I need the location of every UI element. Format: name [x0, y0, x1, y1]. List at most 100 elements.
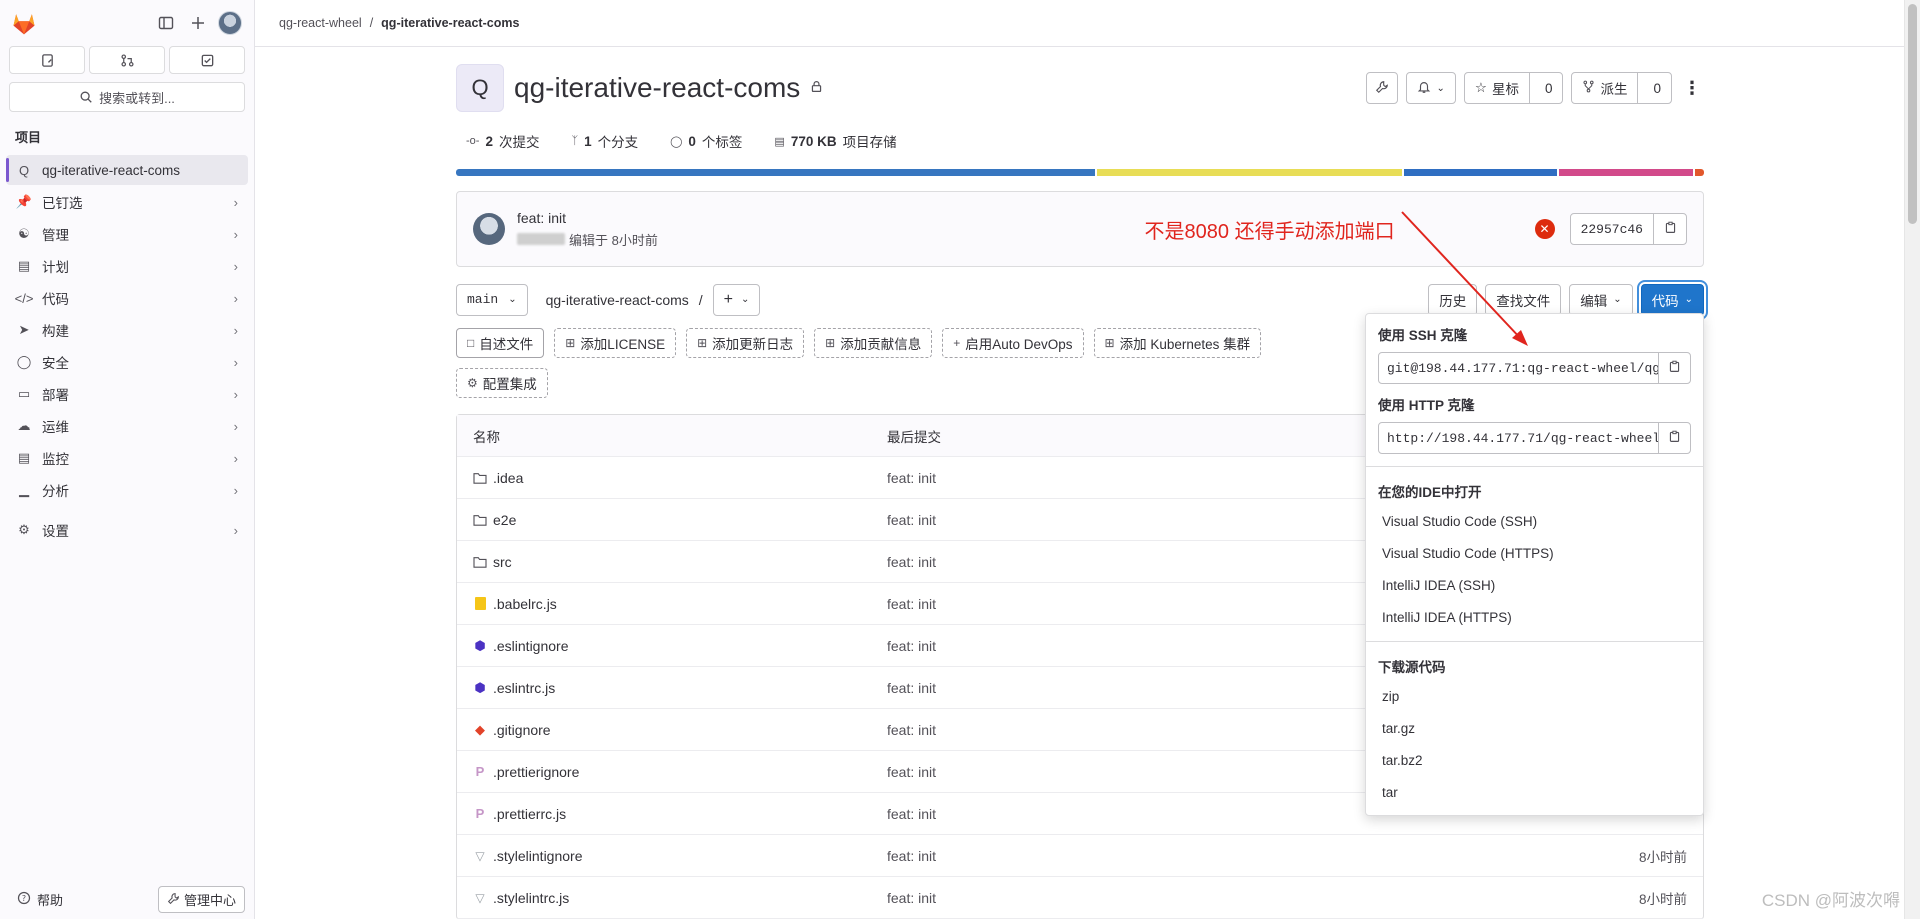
shortcut-button[interactable]: □ 自述文件	[456, 328, 545, 358]
rocket-icon: ➤	[18, 322, 30, 337]
chevron-down-icon: ⌄	[741, 294, 750, 305]
copy-ssh-url-button[interactable]	[1658, 353, 1690, 383]
file-name[interactable]: e2e	[493, 512, 516, 528]
http-clone-url[interactable]: http://198.44.177.71/qg-react-wheel/qg-i…	[1379, 423, 1658, 453]
stat-3[interactable]: ▤ 770 KB 项目存储	[774, 131, 896, 151]
create-new-icon[interactable]	[184, 9, 212, 37]
page-scrollbar[interactable]	[1904, 0, 1920, 919]
pipeline-failed-icon[interactable]: ✕	[1534, 219, 1555, 239]
download-menu-item[interactable]: tar	[1366, 776, 1703, 808]
shortcut-button[interactable]: ⊞ 添加贡献信息	[814, 328, 933, 358]
add-to-tree-button[interactable]: + ⌄	[712, 283, 761, 316]
copy-sha-button[interactable]	[1654, 214, 1686, 244]
stat-1[interactable]: ᛉ 1 个分支	[571, 131, 638, 151]
last-update-cell: 8小时前	[1638, 849, 1687, 865]
find-file-button[interactable]: 查找文件	[1485, 283, 1562, 316]
sidebar-item-3[interactable]: ▤ 计划 ›	[6, 251, 248, 281]
language-segment[interactable]	[1559, 169, 1694, 176]
scrollbar-thumb[interactable]	[1908, 4, 1917, 224]
issues-button[interactable]	[9, 46, 85, 74]
file-name[interactable]: src	[493, 554, 512, 570]
file-name[interactable]: .prettierignore	[493, 764, 579, 780]
file-name[interactable]: .eslintrc.js	[493, 680, 555, 696]
shortcut-button[interactable]: ⚙ 配置集成	[456, 368, 548, 398]
tag-icon: ◯	[670, 135, 683, 148]
language-segment[interactable]	[1695, 169, 1704, 176]
search-button[interactable]: 搜索或转到...	[9, 82, 245, 112]
shortcut-button[interactable]: ⊞ 添加更新日志	[686, 328, 805, 358]
branch-selector[interactable]: main ⌄	[456, 283, 528, 316]
sidebar-item-10[interactable]: ▁ 分析 ›	[6, 475, 248, 505]
shortcut-button[interactable]: + 启用Auto DevOps	[942, 328, 1084, 358]
download-menu-item[interactable]: zip	[1366, 680, 1703, 712]
breadcrumb-current[interactable]: qg-iterative-react-coms	[381, 16, 519, 30]
breadcrumb-parent[interactable]: qg-react-wheel	[279, 16, 362, 30]
toggle-sidebar-icon[interactable]	[152, 9, 180, 37]
stat-0[interactable]: -o- 2 次提交	[466, 131, 539, 151]
settings-wrench-button[interactable]	[1366, 72, 1399, 104]
sidebar-item-9[interactable]: ▤ 监控 ›	[6, 443, 248, 473]
merge-requests-button[interactable]	[89, 46, 165, 74]
commit-sha[interactable]: 22957c46	[1571, 214, 1654, 244]
help-button[interactable]: ? 帮助	[9, 890, 63, 909]
fork-count[interactable]: 0	[1643, 73, 1671, 103]
sidebar-item-11[interactable]: ⚙ 设置 ›	[6, 515, 248, 545]
shortcut-button[interactable]: ⊞ 添加LICENSE	[554, 328, 677, 358]
language-segment[interactable]	[1096, 169, 1402, 176]
language-segment[interactable]	[1403, 169, 1558, 176]
admin-area-button[interactable]: 管理中心	[157, 886, 245, 913]
more-actions-icon[interactable]: ⋮	[1680, 78, 1704, 99]
file-icon: □	[467, 336, 475, 350]
ssh-clone-url[interactable]: git@198.44.177.71:qg-react-wheel/qg-iter…	[1379, 353, 1658, 383]
file-name[interactable]: .gitignore	[493, 722, 551, 738]
file-name[interactable]: .stylelintrc.js	[493, 890, 569, 906]
notification-button[interactable]: ⌄	[1406, 72, 1456, 104]
sidebar-item-6[interactable]: ◯ 安全 ›	[6, 347, 248, 377]
prettier-file-icon: P	[475, 806, 485, 821]
repo-path[interactable]: qg-iterative-react-coms	[538, 292, 689, 308]
commit-title[interactable]: feat: init	[517, 210, 658, 226]
chevron-right-icon: ›	[233, 522, 238, 538]
ide-menu-item[interactable]: Visual Studio Code (SSH)	[1366, 505, 1703, 537]
ide-menu-item[interactable]: Visual Studio Code (HTTPS)	[1366, 537, 1703, 569]
history-button[interactable]: 历史	[1428, 283, 1478, 316]
user-avatar[interactable]	[216, 9, 244, 37]
fork-button[interactable]: 派生	[1572, 73, 1639, 103]
sidebar-item-4[interactable]: </> 代码 ›	[6, 283, 248, 313]
sidebar-item-8[interactable]: ☁ 运维 ›	[6, 411, 248, 441]
table-row[interactable]: ▽ .stylelintrc.js feat: init 8小时前	[457, 877, 1703, 919]
download-menu-item[interactable]: tar.bz2	[1366, 744, 1703, 776]
commit-author-avatar[interactable]	[473, 213, 505, 245]
ide-section: 在您的IDE中打开	[1366, 467, 1703, 501]
file-name[interactable]: .prettierrc.js	[493, 806, 566, 822]
file-name[interactable]: .eslintignore	[493, 638, 569, 654]
ide-menu-item[interactable]: IntelliJ IDEA (SSH)	[1366, 569, 1703, 601]
copy-http-url-button[interactable]	[1658, 423, 1690, 453]
star-count[interactable]: 0	[1535, 73, 1563, 103]
file-name[interactable]: .idea	[493, 470, 523, 486]
todos-button[interactable]	[169, 46, 245, 74]
sidebar-item-1[interactable]: 📌 已钉选 ›	[6, 187, 248, 217]
table-row[interactable]: ▽ .stylelintignore feat: init 8小时前	[457, 835, 1703, 877]
sidebar-item-5[interactable]: ➤ 构建 ›	[6, 315, 248, 345]
edit-button[interactable]: 编辑 ⌄	[1569, 283, 1633, 316]
last-commit-cell[interactable]: feat: init	[887, 848, 1503, 864]
sidebar-item-0[interactable]: Qqg-iterative-react-coms	[6, 155, 248, 185]
download-menu-item[interactable]: tar.gz	[1366, 712, 1703, 744]
stat-2[interactable]: ◯ 0 个标签	[670, 131, 742, 151]
star-button[interactable]: ☆ 星标	[1465, 73, 1530, 103]
shortcut-button[interactable]: ⊞ 添加 Kubernetes 集群	[1093, 328, 1262, 358]
page-title: qg-iterative-react-coms	[514, 72, 801, 103]
sidebar-item-7[interactable]: ▭ 部署 ›	[6, 379, 248, 409]
sidebar-item-2[interactable]: ☯ 管理 ›	[6, 219, 248, 249]
chevron-right-icon: ›	[233, 226, 238, 242]
stat-value: 2	[485, 133, 493, 149]
ide-menu-item[interactable]: IntelliJ IDEA (HTTPS)	[1366, 601, 1703, 633]
last-commit-cell[interactable]: feat: init	[887, 890, 1503, 906]
file-name[interactable]: .babelrc.js	[493, 596, 557, 612]
gitlab-logo-icon[interactable]	[10, 9, 38, 37]
stylelint-file-icon: ▽	[475, 890, 485, 905]
language-segment[interactable]	[456, 169, 1095, 176]
file-name[interactable]: .stylelintignore	[493, 848, 583, 864]
code-button[interactable]: 代码 ⌄	[1640, 283, 1704, 316]
